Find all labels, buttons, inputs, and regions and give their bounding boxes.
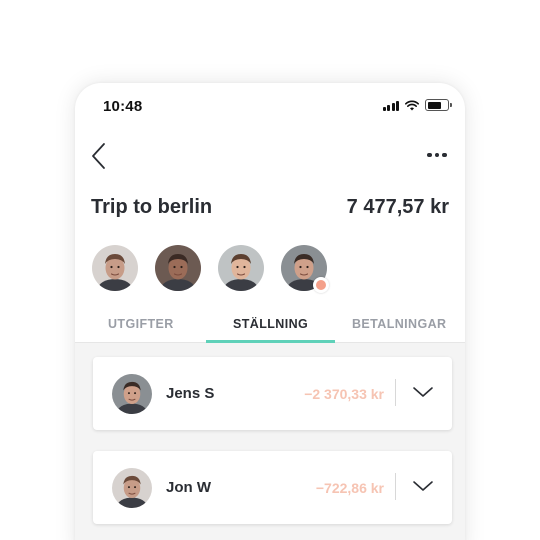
more-dots-icon[interactable] (423, 145, 451, 165)
wifi-icon (405, 100, 419, 110)
trip-total-amount: 7 477,57 kr (346, 196, 449, 218)
chevron-left-icon[interactable] (89, 141, 109, 171)
signal-icon (382, 100, 399, 111)
status-badge (313, 277, 329, 293)
status-icons (382, 99, 452, 111)
divider (395, 379, 396, 406)
balance-amount: −722,86 kr (315, 480, 384, 496)
avatar (112, 468, 152, 508)
chevron-down-icon[interactable] (412, 479, 434, 493)
avatar (112, 374, 152, 414)
member-avatar[interactable] (92, 245, 138, 291)
status-time: 10:48 (103, 98, 143, 115)
member-name: Jens S (166, 385, 215, 402)
member-avatar[interactable] (155, 245, 201, 291)
status-bar: 10:48 (75, 83, 465, 127)
member-name: Jon W (166, 479, 211, 496)
member-avatar[interactable] (218, 245, 264, 291)
tab-utgifter[interactable]: UTGIFTER (108, 317, 174, 331)
balance-card[interactable]: Jens S −2 370,33 kr (93, 357, 452, 430)
member-avatar[interactable] (281, 245, 329, 293)
balance-amount: −2 370,33 kr (304, 386, 384, 402)
battery-icon (425, 99, 452, 111)
balance-card[interactable]: Jon W −722,86 kr (93, 451, 452, 524)
tab-bar: UTGIFTER STÄLLNING BETALNINGAR (75, 311, 465, 343)
chevron-down-icon[interactable] (412, 385, 434, 399)
tab-stallning[interactable]: STÄLLNING (233, 317, 308, 331)
tab-betalningar[interactable]: BETALNINGAR (352, 317, 446, 331)
divider (395, 473, 396, 500)
balance-list: Jens S −2 370,33 kr Jon W −722,86 kr (75, 343, 465, 540)
page-title: Trip to berlin (91, 196, 213, 218)
phone-frame: 10:48 Trip to berlin 7 477,57 kr UTGIFTE… (75, 83, 465, 540)
